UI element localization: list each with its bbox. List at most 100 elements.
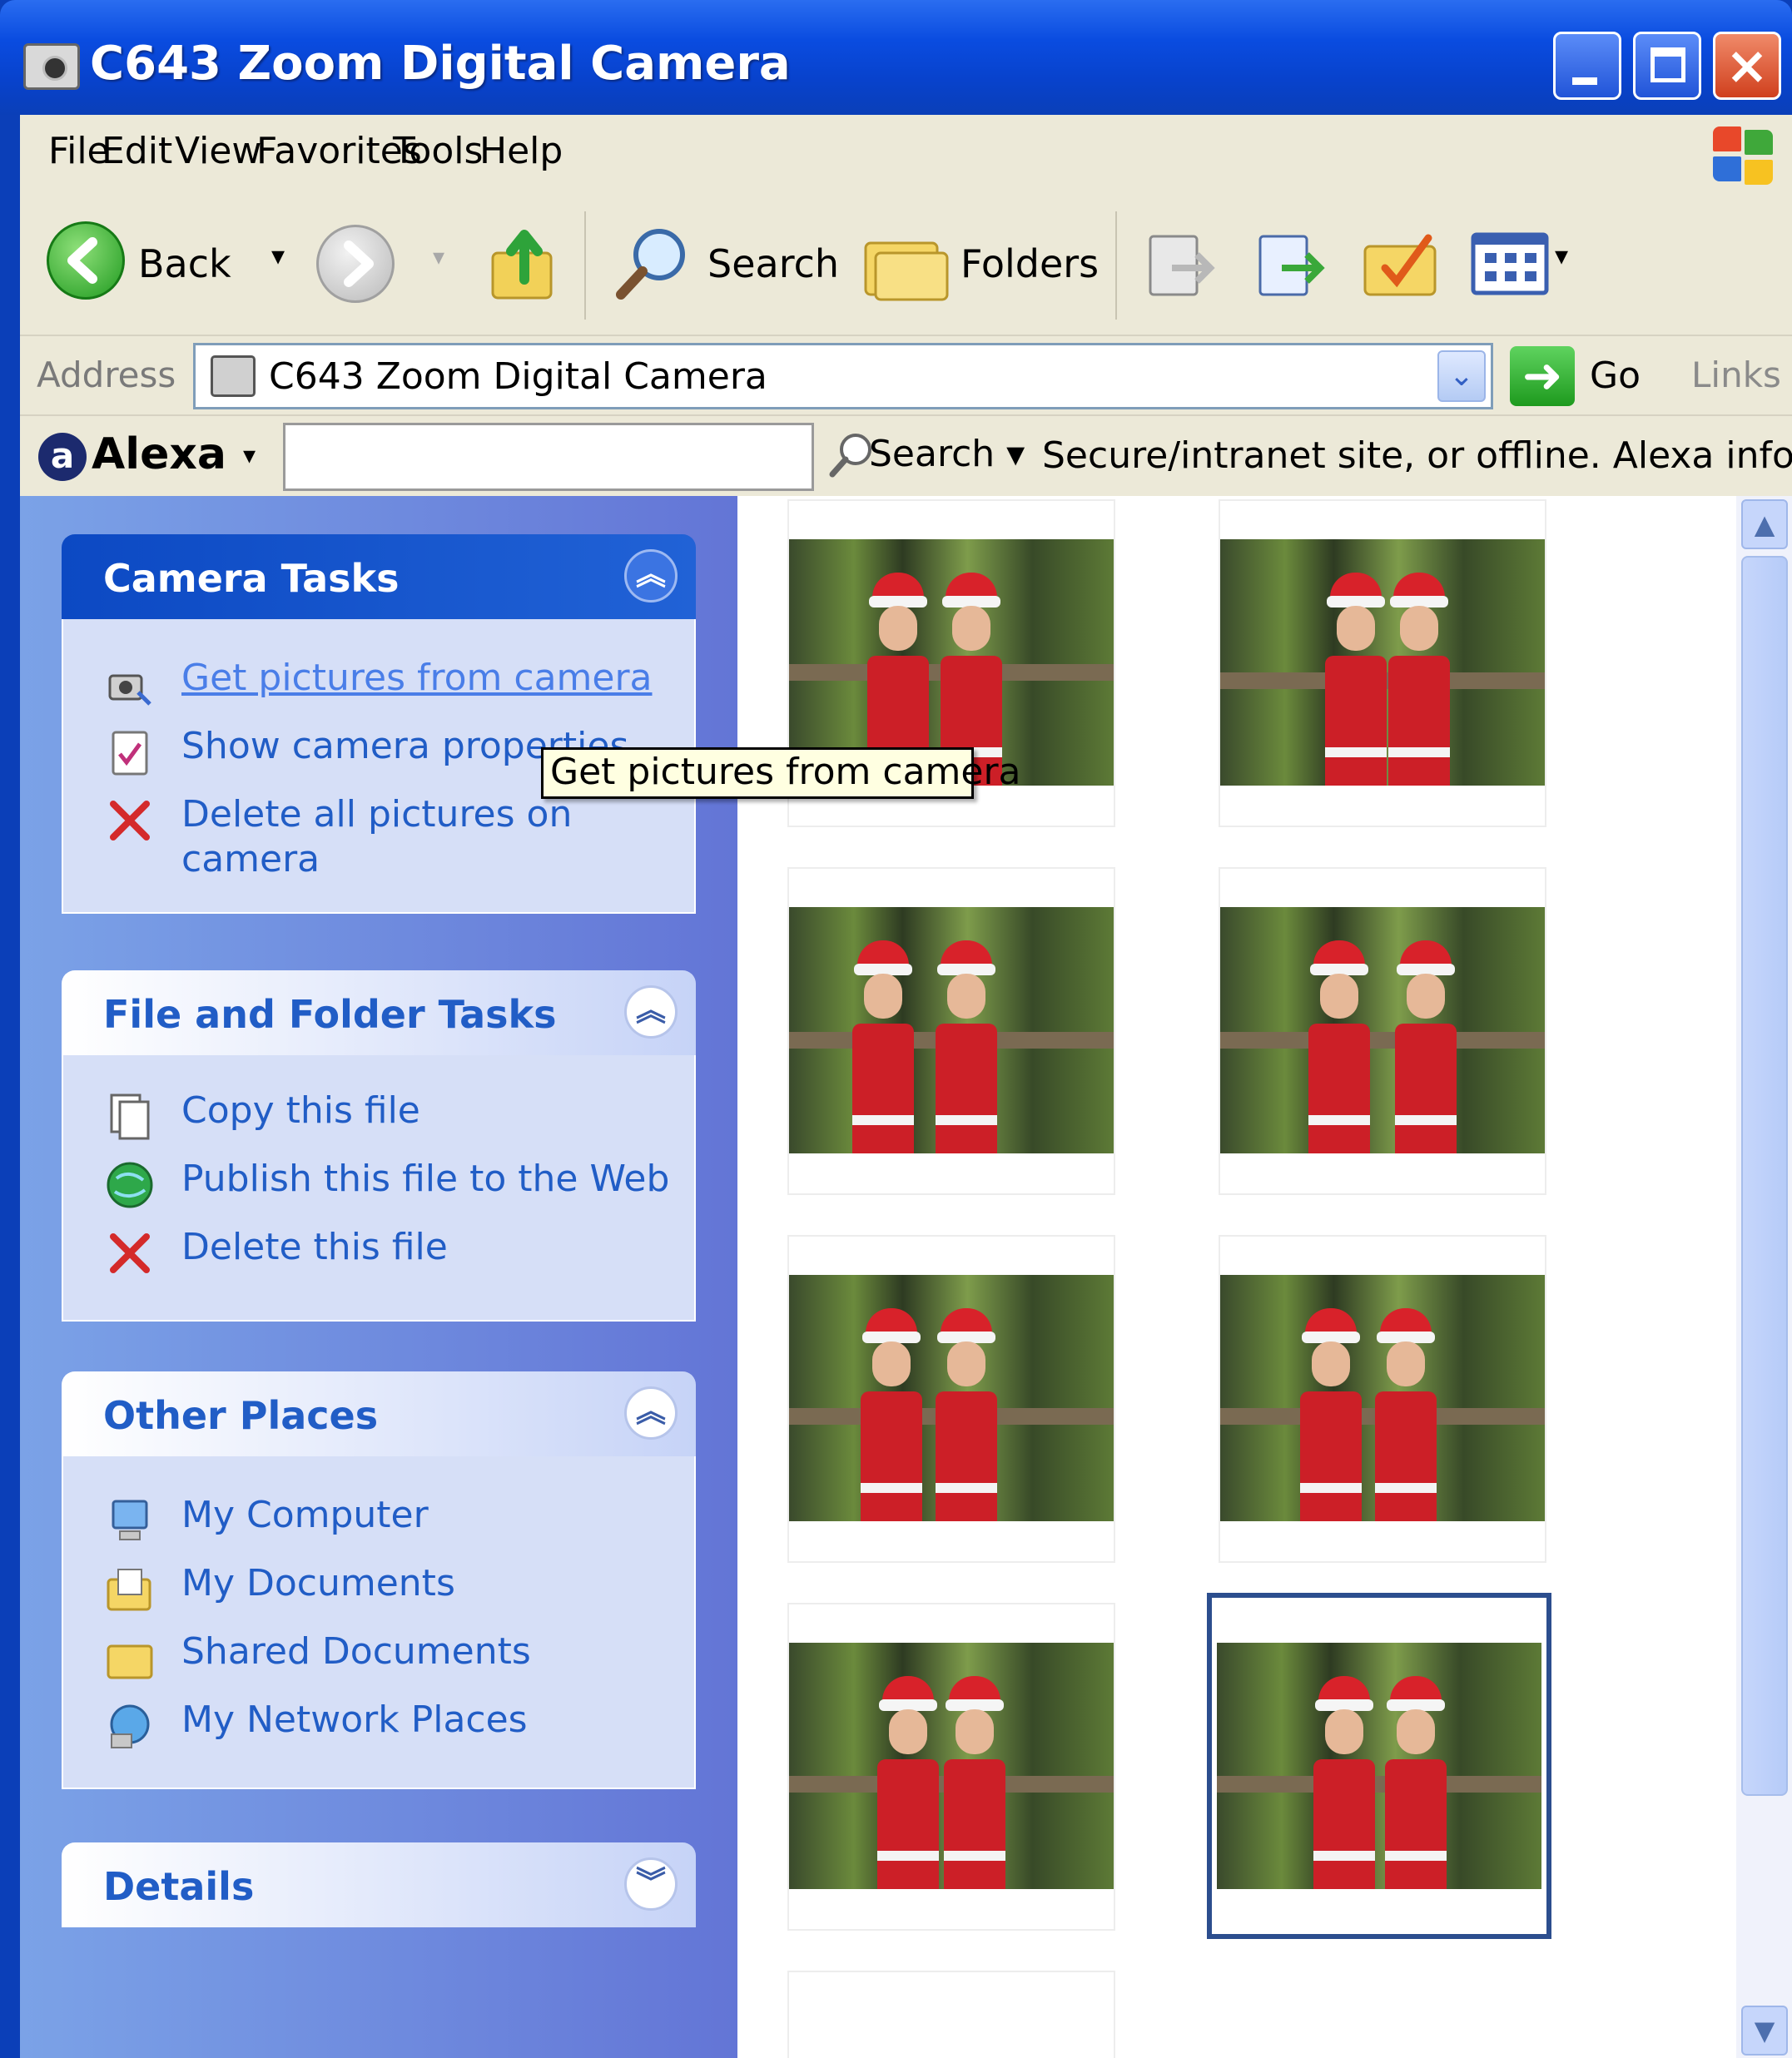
shared-documents-label: Shared Documents — [181, 1630, 531, 1673]
tooltip: Get pictures from camera — [541, 747, 1021, 799]
move-to-button[interactable] — [1139, 221, 1222, 305]
search-icon[interactable] — [826, 431, 876, 481]
go-button[interactable]: Go — [1590, 355, 1641, 397]
photo-thumbnail — [789, 907, 1114, 1153]
up-folder-button[interactable] — [486, 221, 569, 305]
photo-thumbnail — [1220, 907, 1545, 1153]
scroll-down-icon[interactable]: ▼ — [1741, 2006, 1788, 2056]
camera-tasks-title: Camera Tasks — [103, 556, 400, 601]
delete-button[interactable] — [1358, 221, 1442, 305]
thumbnail-item[interactable] — [787, 1235, 1115, 1563]
file-folder-tasks-panel: File and Folder Tasks ︽ Copy this file P… — [62, 970, 696, 1322]
links-button[interactable]: Links — [1691, 355, 1781, 395]
alexa-search-button[interactable]: Search ▾ — [869, 433, 1025, 475]
menu-help[interactable]: Help — [479, 130, 563, 172]
get-pictures-label: Get pictures from camera — [181, 657, 653, 699]
menu-edit[interactable]: Edit — [102, 130, 172, 172]
folders-button[interactable]: Folders — [861, 221, 1099, 305]
search-label: Search — [707, 241, 840, 286]
copy-to-button[interactable] — [1248, 221, 1332, 305]
forward-dropdown-icon: ▾ — [433, 243, 445, 270]
toolbar-separator — [584, 211, 586, 320]
maximize-button[interactable] — [1633, 32, 1701, 100]
thumbnail-item[interactable] — [787, 1603, 1115, 1931]
scroll-up-icon[interactable]: ▲ — [1741, 499, 1788, 549]
menu-bar: File Edit View Favorites Tools Help — [20, 115, 1792, 196]
vertical-scrollbar[interactable]: ▲ ▼ — [1736, 496, 1792, 2058]
collapse-chevron-icon[interactable]: ︽ — [624, 985, 678, 1039]
thumbnail-item[interactable] — [1219, 1235, 1546, 1563]
delete-all-pictures-label-2: camera — [181, 838, 320, 880]
alexa-dropdown-icon[interactable]: ▾ — [243, 441, 256, 470]
network-icon — [110, 1704, 150, 1748]
menu-file[interactable]: File — [48, 130, 110, 172]
thumbnail-item[interactable] — [1219, 499, 1546, 827]
thumbnail-item[interactable] — [1219, 867, 1546, 1195]
my-network-places-label: My Network Places — [181, 1698, 528, 1741]
forward-button[interactable]: ▾ — [316, 221, 444, 305]
file-folder-tasks-header[interactable]: File and Folder Tasks ︽ — [62, 970, 696, 1055]
up-folder-icon — [491, 230, 553, 300]
other-places-header[interactable]: Other Places ︽ — [62, 1371, 696, 1456]
file-folder-tasks-body: Copy this file Publish this file to the … — [62, 1055, 696, 1322]
menu-tools[interactable]: Tools — [393, 130, 483, 172]
back-button[interactable]: Back ▾ — [47, 221, 296, 305]
copy-file-label: Copy this file — [181, 1089, 420, 1132]
my-computer-label: My Computer — [181, 1494, 429, 1536]
details-panel: Details ︾ — [62, 1842, 696, 1927]
alexa-search-input[interactable] — [283, 423, 814, 491]
back-label: Back — [138, 241, 231, 286]
alexa-toolbar: a Alexa ▾ Search ▾ Secure/intranet site,… — [20, 414, 1792, 498]
address-label: Address — [37, 355, 176, 395]
camera-tasks-header[interactable]: Camera Tasks ︽ — [62, 534, 696, 619]
camera-icon — [23, 43, 80, 90]
go-arrow-icon[interactable]: ➜ — [1510, 346, 1575, 406]
alexa-search-label: Search — [869, 433, 995, 475]
collapse-chevron-icon[interactable]: ︽ — [624, 1386, 678, 1440]
toolbar-separator — [1115, 211, 1117, 320]
title-bar[interactable]: C643 Zoom Digital Camera × — [0, 0, 1792, 115]
camera-tasks-panel: Camera Tasks ︽ Get pictures from camera — [62, 534, 696, 914]
minimize-button[interactable] — [1553, 32, 1621, 100]
move-to-icon — [1149, 235, 1215, 296]
my-computer-icon — [112, 1500, 148, 1540]
details-title: Details — [103, 1864, 255, 1909]
my-documents-label: My Documents — [181, 1562, 455, 1604]
delete-x-icon — [110, 1233, 150, 1273]
scrollbar-thumb[interactable] — [1741, 556, 1788, 1796]
address-input[interactable]: C643 Zoom Digital Camera ⌄ — [193, 343, 1493, 409]
toolbar: Back ▾ ▾ Search Folders ▾ — [20, 195, 1792, 335]
details-header[interactable]: Details ︾ — [62, 1842, 696, 1927]
close-button[interactable]: × — [1713, 32, 1781, 100]
other-places-panel: Other Places ︽ My Computer My Documents … — [62, 1371, 696, 1789]
search-button[interactable]: Search — [611, 221, 861, 305]
menu-view[interactable]: View — [175, 130, 261, 172]
thumbnail-item-selected[interactable] — [1207, 1593, 1551, 1939]
alexa-status-text: Secure/intranet site, or offline. Alexa … — [1042, 434, 1792, 477]
thumbnail-item[interactable] — [787, 867, 1115, 1195]
address-dropdown-icon[interactable]: ⌄ — [1437, 350, 1486, 402]
photo-thumbnail — [1217, 1643, 1541, 1889]
folder-check-icon — [1363, 234, 1437, 296]
expand-chevron-icon[interactable]: ︾ — [624, 1857, 678, 1911]
other-places-body: My Computer My Documents Shared Document… — [62, 1456, 696, 1789]
publish-file-label: Publish this file to the Web — [181, 1158, 670, 1200]
file-view — [737, 496, 1736, 2058]
camera-wizard-icon — [108, 674, 151, 706]
thumbnail-item[interactable] — [787, 1971, 1115, 2058]
folder-icon — [107, 1644, 153, 1679]
alexa-label[interactable]: Alexa — [92, 429, 226, 479]
delete-file-label: Delete this file — [181, 1226, 448, 1268]
views-button[interactable]: ▾ — [1468, 221, 1585, 305]
forward-arrow-icon — [316, 225, 395, 303]
address-value: C643 Zoom Digital Camera — [269, 355, 767, 398]
folders-label: Folders — [961, 241, 1100, 286]
alexa-logo-icon: a — [38, 433, 87, 481]
window-title: C643 Zoom Digital Camera — [90, 37, 791, 91]
task-pane: Camera Tasks ︽ Get pictures from camera — [20, 496, 737, 2058]
delete-all-pictures-label: Delete all pictures on — [181, 793, 573, 836]
back-dropdown-icon[interactable]: ▾ — [271, 240, 285, 271]
collapse-chevron-icon[interactable]: ︽ — [624, 549, 678, 603]
folders-icon — [864, 241, 949, 301]
search-icon — [616, 229, 685, 300]
